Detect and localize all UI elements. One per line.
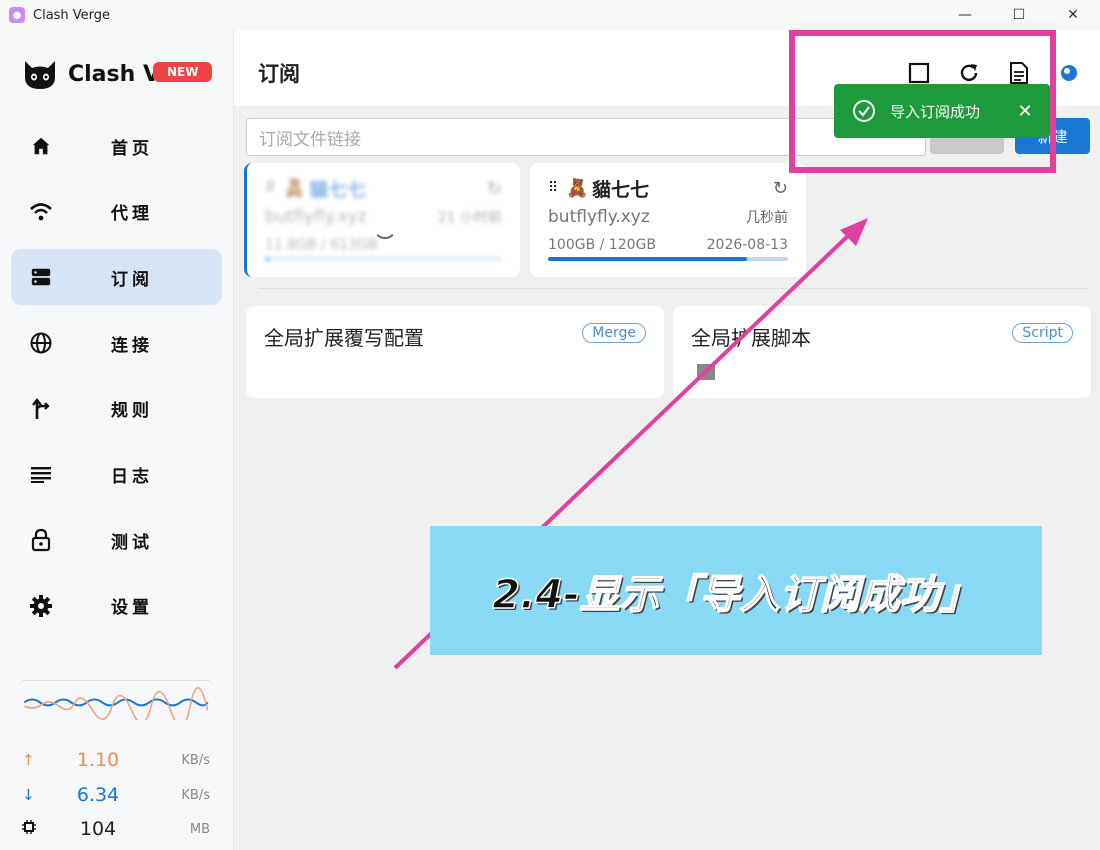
caption-text: 2.4-显示「导入订阅成功」 (492, 571, 981, 619)
minimize-button[interactable]: — (938, 0, 992, 30)
divider (258, 288, 1088, 289)
extension-badge: Script (1012, 323, 1073, 343)
sidebar-nav: 首页 代理 订阅 连接 规则 日志 测试 设置 (11, 118, 222, 644)
storage-icon (29, 265, 53, 289)
window-title: Clash Verge (33, 7, 111, 23)
usage-bar-fill (265, 257, 270, 261)
usage-bar-fill (548, 257, 748, 261)
lock-icon (29, 528, 53, 552)
sidebar-item-label: 代理 (111, 204, 153, 225)
fork-arrow-icon (29, 397, 53, 421)
memory-value: 104 (79, 818, 117, 840)
profile-name: 貓七七 (309, 178, 367, 201)
annotation-caption: 2.4-显示「导入订阅成功」 (430, 526, 1042, 655)
cat-logo-icon (25, 61, 55, 89)
annotation-highlight-box (789, 30, 1056, 173)
script-file-icon (697, 364, 715, 380)
sidebar-item-label: 日志 (111, 466, 153, 487)
profile-usage: 11.8GB / 613GB (265, 237, 378, 253)
list-icon (29, 462, 53, 486)
upload-value: 1.10 (76, 749, 120, 771)
bear-icon: 🧸 (566, 177, 589, 199)
download-value: 6.34 (76, 784, 120, 806)
new-badge: NEW (153, 62, 213, 82)
refresh-icon[interactable]: ↻ (487, 178, 502, 199)
upload-arrow-icon: ↑ (22, 751, 35, 769)
sidebar-item-label: 测试 (111, 532, 153, 553)
profile-card[interactable]: ⠿ 🧸 貓七七 ↻ butflyfly.xyz 几秒前 100GB / 120G… (530, 163, 806, 277)
sidebar-item-profiles[interactable]: 订阅 (11, 249, 222, 306)
refresh-icon[interactable]: ↻ (773, 178, 788, 199)
sidebar-item-label: 规则 (111, 401, 153, 422)
sidebar-item-label: 订阅 (111, 269, 153, 290)
download-stat: ↓ 6.34 KB/s (22, 783, 210, 807)
wifi-icon (29, 200, 53, 224)
extension-badge: Merge (582, 323, 646, 343)
sidebar-item-proxy[interactable]: 代理 (11, 184, 222, 240)
memory-stat: 104 MB (22, 817, 210, 841)
sidebar-item-home[interactable]: 首页 (11, 118, 222, 174)
logo-text: Clash V (68, 61, 160, 87)
maximize-button[interactable]: ☐ (992, 0, 1046, 30)
sidebar-item-settings[interactable]: 设置 (11, 578, 222, 634)
upload-unit: KB/s (181, 752, 210, 768)
sidebar-item-rules[interactable]: 规则 (11, 381, 222, 437)
profile-host: butflyfly.xyz (548, 207, 650, 227)
sidebar-item-connections[interactable]: 连接 (11, 315, 222, 371)
profile-host: butflyfly.xyz (265, 207, 367, 227)
profile-expire: 2026-08-13 (706, 237, 788, 253)
usage-bar (548, 257, 788, 261)
sidebar-item-test[interactable]: 测试 (11, 512, 222, 568)
profile-updated: 21 小时前 (437, 210, 502, 226)
home-icon (29, 134, 53, 158)
page-title: 订阅 (258, 62, 300, 86)
profile-name: 貓七七 (592, 178, 650, 201)
logo: Clash V NEW (22, 56, 213, 92)
memory-chip-icon (22, 820, 42, 838)
global-script-card[interactable]: 全局扩展脚本 Script (673, 306, 1091, 398)
gear-icon (29, 594, 53, 618)
close-button[interactable]: ✕ (1046, 0, 1100, 30)
sidebar-item-label: 设置 (111, 598, 153, 619)
globe-icon (29, 331, 53, 355)
drag-handle-icon[interactable]: ⠿ (548, 180, 566, 196)
download-unit: KB/s (181, 787, 210, 803)
download-arrow-icon: ↓ (22, 786, 35, 804)
profile-updated: 几秒前 (746, 210, 788, 226)
sidebar-item-label: 首页 (111, 138, 153, 159)
bear-icon: 🧸 (283, 177, 306, 199)
upload-stat: ↑ 1.10 KB/s (22, 748, 210, 772)
profile-usage: 100GB / 120GB (548, 237, 656, 253)
extension-title: 全局扩展覆写配置 (264, 326, 424, 350)
app-cat-icon: ● (9, 7, 25, 23)
usage-bar (265, 257, 502, 261)
loading-spinner-icon (373, 215, 397, 239)
global-merge-card[interactable]: 全局扩展覆写配置 Merge (246, 306, 664, 398)
profile-card[interactable]: ⠿ 🧸 貓七七 ↻ butflyfly.xyz 21 小时前 11.8GB / … (244, 163, 520, 277)
drag-handle-icon[interactable]: ⠿ (265, 180, 283, 196)
window-controls: — ☐ ✕ (938, 0, 1100, 30)
extension-title: 全局扩展脚本 (691, 326, 811, 350)
traffic-graph (22, 680, 210, 720)
title-bar: ● Clash Verge — ☐ ✕ (0, 0, 1100, 30)
sidebar: Clash V NEW 首页 代理 订阅 连接 规则 日志 测试 设置 ↑ 1.… (0, 30, 234, 850)
memory-unit: MB (189, 821, 210, 837)
sidebar-item-label: 连接 (111, 335, 153, 356)
sidebar-item-logs[interactable]: 日志 (11, 446, 222, 502)
